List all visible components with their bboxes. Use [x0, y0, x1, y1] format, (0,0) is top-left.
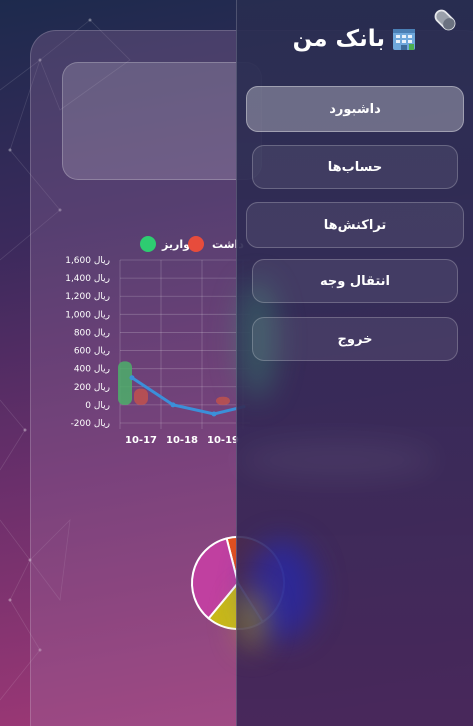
x-tick-label: 10-18: [166, 435, 198, 446]
y-tick-label: 1,400 ریال: [65, 274, 110, 284]
balance-summary-card: [62, 62, 262, 180]
y-tick-label: 400 ریال: [74, 365, 110, 375]
transactions-chart: واریز داشت 1,600 ریال 1,400 ریال 1,200 ریال 1…: [60, 230, 250, 450]
y-tick-label: 800 ریال: [74, 328, 110, 338]
trend-point: [129, 375, 135, 381]
legend-label: واریز: [161, 238, 190, 251]
y-tick-label: -200 ریال: [71, 419, 110, 429]
nav-transactions-label: تراکنش‌ها: [323, 217, 387, 233]
trend-point: [211, 411, 217, 417]
y-tick-label: 0 ریال: [85, 401, 110, 411]
y-tick-label: 600 ریال: [74, 347, 110, 357]
bar: [134, 388, 148, 405]
x-tick-label: 10-17: [125, 435, 157, 446]
bank-building-icon: [393, 29, 415, 50]
y-tick-label: 1,200 ریال: [65, 292, 110, 302]
app-brand: بانک من: [293, 26, 417, 52]
nav-logout-label: خروج: [337, 331, 373, 347]
nav-transactions-button[interactable]: تراکنش‌ها: [246, 202, 464, 248]
nav-transfer-label: انتقال وجه: [319, 273, 391, 289]
trend-line: [130, 376, 246, 416]
bar: [216, 396, 230, 405]
bar: [118, 361, 132, 405]
legend-swatch: [140, 236, 156, 252]
trend-point: [170, 402, 176, 408]
nav-logout-button[interactable]: خروج: [252, 317, 458, 361]
y-tick-label: 1,600 ریال: [65, 256, 110, 266]
nav-transfer-button[interactable]: انتقال وجه: [252, 259, 458, 303]
nav-dashboard-label: داشبورد: [329, 101, 381, 117]
y-tick-label: 1,000 ریال: [65, 310, 110, 320]
pill-toggle-icon[interactable]: [431, 6, 459, 34]
legend-swatch: [188, 236, 204, 252]
x-tick-label: 10-19: [207, 435, 239, 446]
app-title: بانک من: [292, 26, 385, 52]
y-tick-label: 200 ریال: [74, 383, 110, 393]
nav-accounts-button[interactable]: حساب‌ها: [252, 145, 458, 189]
nav-dashboard-button[interactable]: داشبورد: [246, 86, 464, 132]
nav-accounts-label: حساب‌ها: [327, 159, 383, 175]
